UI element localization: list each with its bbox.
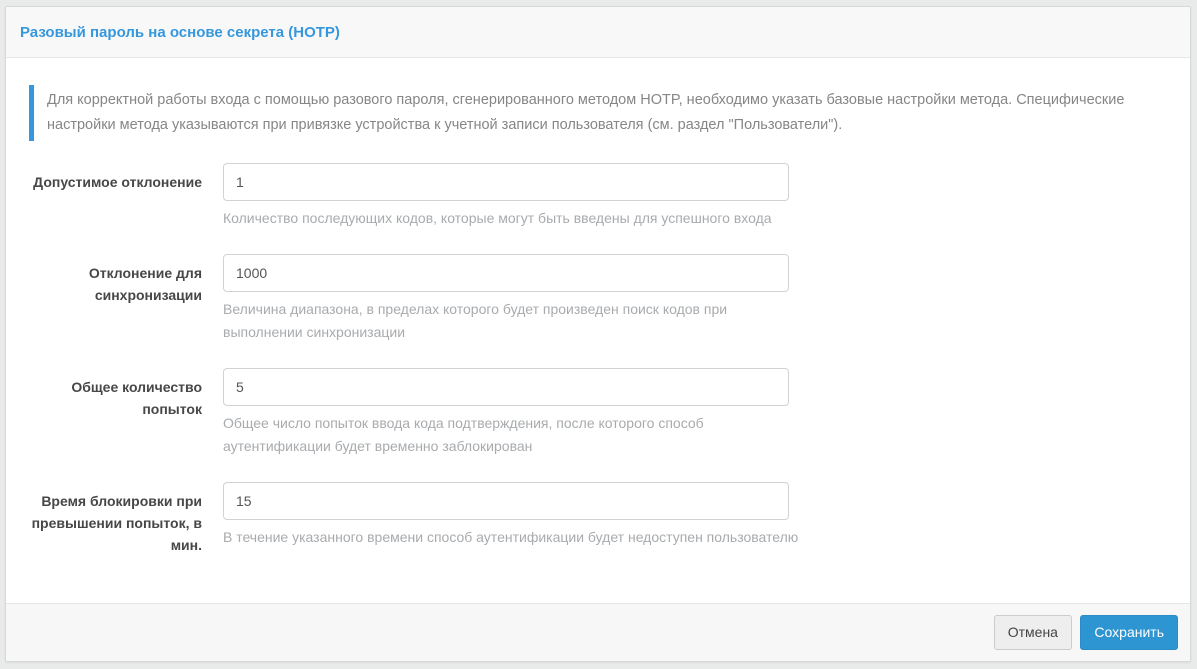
cancel-button[interactable]: Отмена	[993, 615, 1072, 650]
panel-header: Разовый пароль на основе секрета (HOTP)	[6, 7, 1190, 58]
form-group-lock-time: Время блокировки при превышении попыток,…	[26, 482, 1170, 556]
page-title: Разовый пароль на основе секрета (HOTP)	[20, 24, 340, 41]
lock-time-label: Время блокировки при превышении попыток,…	[31, 493, 202, 553]
attempts-label: Общее количество попыток	[71, 379, 202, 417]
sync-tolerance-field-wrap: Величина диапазона, в пределах которого …	[223, 254, 799, 344]
tolerance-input[interactable]	[223, 163, 789, 201]
panel-footer: Отмена Сохранить	[6, 603, 1190, 661]
lock-time-input[interactable]	[223, 482, 789, 520]
form-group-tolerance: Допустимое отклонение Количество последу…	[26, 163, 1170, 230]
attempts-field-wrap: Общее число попыток ввода кода подтвержд…	[223, 368, 799, 458]
attempts-input[interactable]	[223, 368, 789, 406]
info-callout: Для корректной работы входа с помощью ра…	[29, 85, 1170, 141]
tolerance-field-wrap: Количество последующих кодов, которые мо…	[223, 163, 799, 230]
sync-tolerance-label: Отклонение для синхронизации	[88, 265, 202, 303]
tolerance-help-text: Количество последующих кодов, которые мо…	[223, 210, 772, 226]
form-group-sync-tolerance: Отклонение для синхронизации Величина ди…	[26, 254, 1170, 344]
panel-body: Для корректной работы входа с помощью ра…	[6, 58, 1190, 603]
sync-tolerance-help-text: Величина диапазона, в пределах которого …	[223, 301, 728, 340]
attempts-help-text: Общее число попыток ввода кода подтвержд…	[223, 415, 704, 454]
hotp-settings-panel: Разовый пароль на основе секрета (HOTP) …	[5, 6, 1191, 662]
tolerance-label: Допустимое отклонение	[33, 174, 202, 190]
save-button[interactable]: Сохранить	[1080, 615, 1178, 650]
lock-time-help-text: В течение указанного времени способ ауте…	[223, 529, 799, 545]
info-text: Для корректной работы входа с помощью ра…	[47, 92, 1125, 133]
sync-tolerance-input[interactable]	[223, 254, 789, 292]
form-group-attempts: Общее количество попыток Общее число поп…	[26, 368, 1170, 458]
lock-time-field-wrap: В течение указанного времени способ ауте…	[223, 482, 799, 549]
